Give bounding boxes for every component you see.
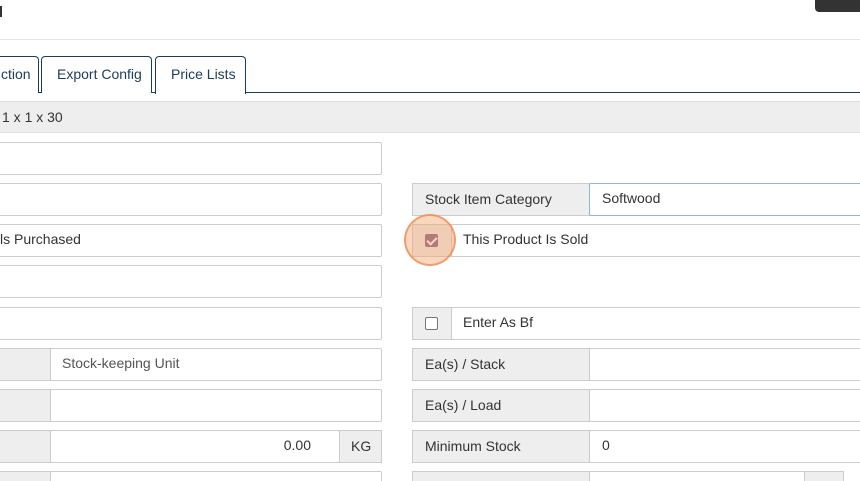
weight-unit-addon: KG xyxy=(339,430,382,463)
product-sold-label: This Product Is Sold xyxy=(463,231,589,247)
left-addon-9 xyxy=(0,471,51,481)
minimum-stock-value: 0 xyxy=(602,437,610,453)
eas-per-load-label: Ea(s) / Load xyxy=(425,397,502,413)
left-field-4[interactable] xyxy=(0,265,382,298)
minimum-stock-label: Minimum Stock xyxy=(425,438,521,454)
right-addon-9-button[interactable] xyxy=(804,471,844,481)
stock-item-category-addon: Stock Item Category xyxy=(412,183,590,216)
left-addon-7 xyxy=(0,389,51,422)
tab-price-lists-label: Price Lists xyxy=(171,66,236,82)
eas-per-stack-label: Ea(s) / Stack xyxy=(425,356,506,372)
top-action-button[interactable] xyxy=(815,0,860,12)
tab-price-lists[interactable]: Price Lists xyxy=(155,56,246,94)
right-field-9[interactable] xyxy=(589,471,805,481)
minimum-stock-addon: Minimum Stock xyxy=(412,430,590,463)
eas-per-stack-input[interactable] xyxy=(589,348,860,381)
click-highlight xyxy=(404,214,456,266)
minimum-stock-input[interactable] xyxy=(589,430,860,463)
left-field-7[interactable] xyxy=(50,389,382,422)
sku-addon xyxy=(0,348,51,381)
item-dimensions-text: 1 x 1 x 30 xyxy=(2,109,63,125)
eas-per-load-input[interactable] xyxy=(589,389,860,422)
top-bar-mark xyxy=(0,6,2,17)
tab-export-config-label: Export Config xyxy=(57,66,142,82)
stock-item-category-label: Stock Item Category xyxy=(425,191,552,207)
eas-per-load-addon: Ea(s) / Load xyxy=(412,389,590,422)
left-field-2[interactable] xyxy=(0,183,382,216)
enter-as-bf-checkbox[interactable] xyxy=(425,317,438,330)
left-field-9[interactable] xyxy=(50,471,382,481)
enter-as-bf-label: Enter As Bf xyxy=(463,314,534,330)
tab-bar: ction Export Config Price Lists xyxy=(0,56,860,94)
top-bar xyxy=(0,0,860,40)
left-field-5[interactable] xyxy=(0,307,382,340)
tab-export-config[interactable]: Export Config xyxy=(41,56,152,93)
weight-unit-label: KG xyxy=(351,438,372,454)
tab-partial-label: ction xyxy=(1,66,31,82)
eas-per-stack-addon: Ea(s) / Stack xyxy=(412,348,590,381)
right-addon-9 xyxy=(412,471,590,481)
weight-value: 0.00 xyxy=(283,437,311,453)
purchased-label: ls Purchased xyxy=(0,231,81,247)
tab-partial[interactable]: ction xyxy=(0,56,39,93)
stock-item-category-value: Softwood xyxy=(602,190,661,206)
item-dimensions-bar: 1 x 1 x 30 xyxy=(0,101,860,133)
stock-keeping-unit-placeholder: Stock-keeping Unit xyxy=(62,355,180,371)
left-field-1[interactable] xyxy=(0,142,382,175)
weight-addon xyxy=(0,430,51,463)
